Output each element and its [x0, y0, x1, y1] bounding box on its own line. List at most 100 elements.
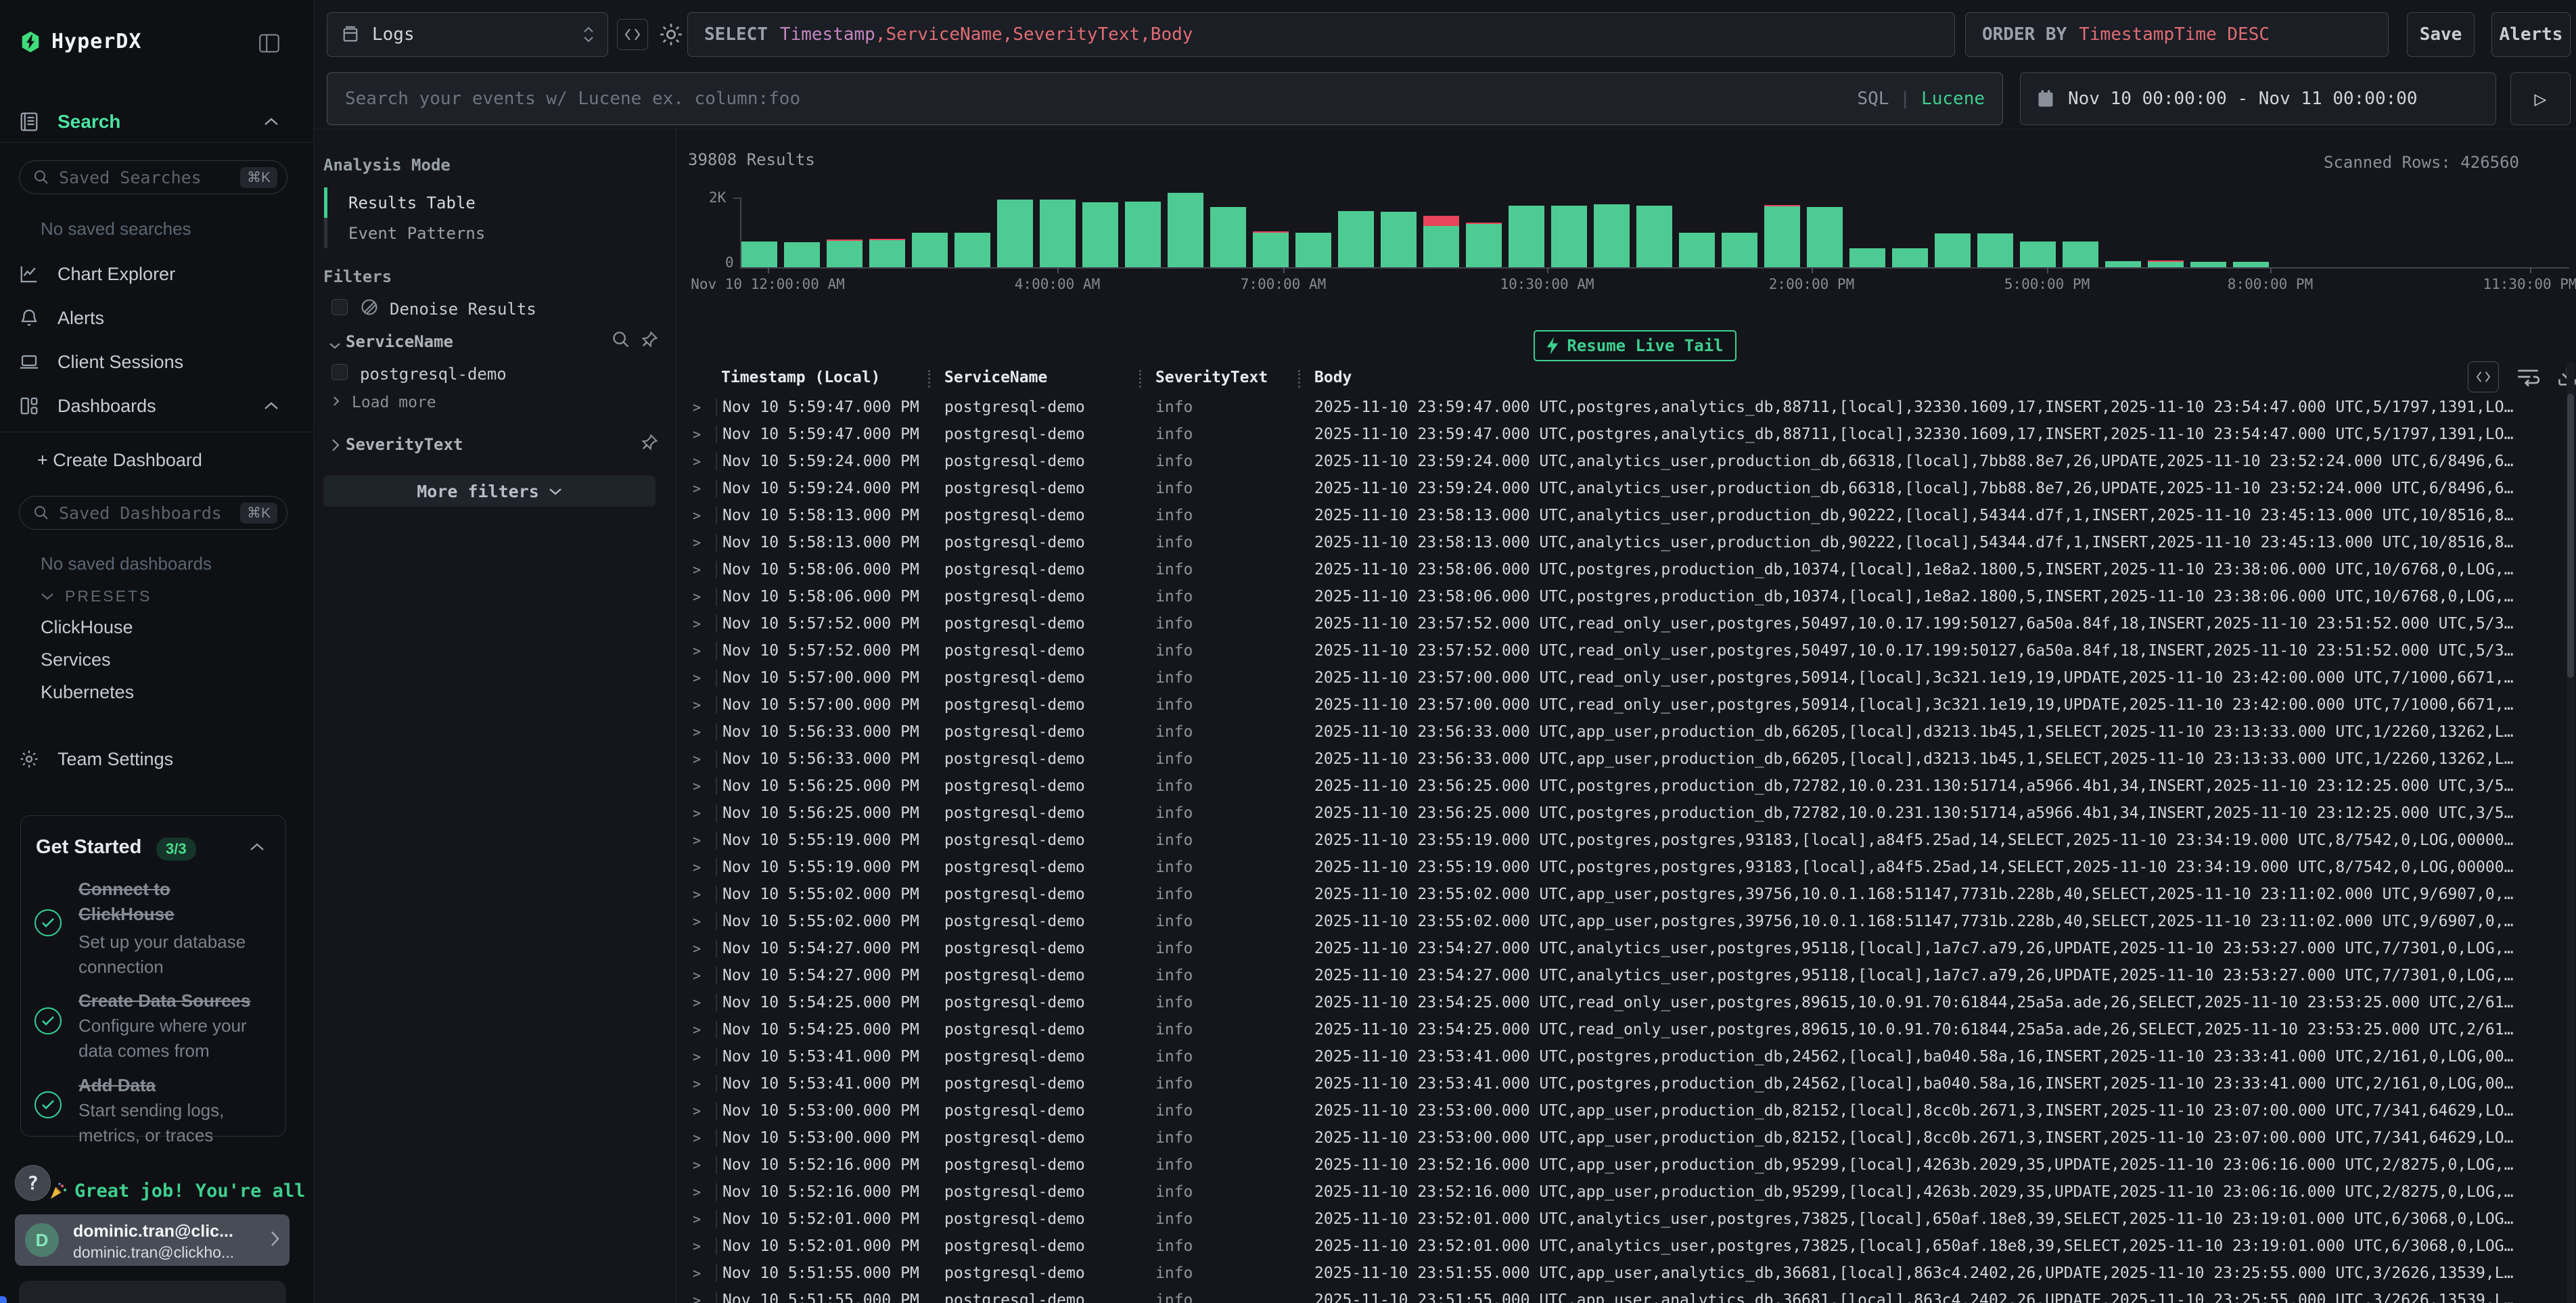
- wrap-lines-button[interactable]: [2516, 367, 2539, 387]
- denoise-checkbox[interactable]: [331, 299, 348, 315]
- histogram-bar[interactable]: [1466, 223, 1502, 267]
- saved-searches-input[interactable]: Saved Searches ⌘K: [19, 160, 288, 194]
- histogram-bar[interactable]: [869, 239, 905, 267]
- table-row[interactable]: >Nov 10 5:54:25.000 PMpostgresql-demoinf…: [683, 989, 2569, 1016]
- pin-icon[interactable]: [640, 330, 659, 349]
- user-menu[interactable]: D dominic.tran@clic... dominic.tran@clic…: [15, 1214, 290, 1266]
- preset-kubernetes[interactable]: Kubernetes: [41, 682, 134, 703]
- row-expander[interactable]: >: [683, 670, 716, 686]
- get-started-item-title[interactable]: Create Data Sources: [78, 988, 275, 1013]
- mode-event-patterns[interactable]: Event Patterns: [348, 224, 485, 243]
- histogram-bar[interactable]: [1551, 206, 1587, 267]
- column-header-severitytext[interactable]: SeverityText: [1150, 369, 1309, 386]
- get-started-item-title[interactable]: Connect to ClickHouse: [78, 877, 200, 927]
- pin-icon[interactable]: [640, 433, 659, 452]
- table-row[interactable]: >Nov 10 5:56:25.000 PMpostgresql-demoinf…: [683, 773, 2569, 800]
- table-row[interactable]: >Nov 10 5:52:01.000 PMpostgresql-demoinf…: [683, 1233, 2569, 1260]
- chevron-down-icon[interactable]: [329, 342, 341, 349]
- row-expander[interactable]: >: [683, 805, 716, 821]
- row-expander[interactable]: >: [683, 697, 716, 713]
- histogram-bar[interactable]: [1338, 211, 1374, 267]
- row-expander[interactable]: >: [683, 589, 716, 605]
- save-button[interactable]: Save: [2407, 12, 2475, 57]
- histogram-bar[interactable]: [741, 242, 777, 267]
- more-filters-button[interactable]: More filters: [323, 476, 656, 507]
- bottom-panel-partial[interactable]: [19, 1281, 286, 1303]
- chevron-up-icon[interactable]: [250, 843, 264, 851]
- get-started-item-title[interactable]: Add Data: [78, 1073, 275, 1098]
- chevron-up-icon[interactable]: [264, 402, 279, 410]
- preset-services[interactable]: Services: [41, 649, 111, 670]
- events-histogram[interactable]: 2K 0 Nov 10 12:00:00 AM4:00:00 AM7:00:00…: [683, 189, 2569, 304]
- table-row[interactable]: >Nov 10 5:58:06.000 PMpostgresql-demoinf…: [683, 556, 2569, 583]
- histogram-bar[interactable]: [827, 239, 862, 267]
- row-expander[interactable]: >: [683, 534, 716, 551]
- table-row[interactable]: >Nov 10 5:51:55.000 PMpostgresql-demoinf…: [683, 1260, 2569, 1287]
- histogram-bar[interactable]: [1381, 212, 1417, 267]
- column-header-timestamp[interactable]: Timestamp (Local): [716, 369, 939, 386]
- row-expander[interactable]: >: [683, 832, 716, 848]
- query-settings-button[interactable]: [658, 21, 685, 48]
- table-row[interactable]: >Nov 10 5:59:47.000 PMpostgresql-demoinf…: [683, 394, 2569, 421]
- lang-lucene[interactable]: Lucene: [1921, 89, 1985, 109]
- table-row[interactable]: >Nov 10 5:56:25.000 PMpostgresql-demoinf…: [683, 800, 2569, 827]
- table-row[interactable]: >Nov 10 5:52:16.000 PMpostgresql-demoinf…: [683, 1151, 2569, 1179]
- chevron-up-icon[interactable]: [264, 118, 279, 126]
- scrollbar-thumb[interactable]: [2567, 394, 2574, 678]
- row-expander[interactable]: >: [683, 940, 716, 957]
- resume-live-tail-button[interactable]: Resume Live Tail: [1534, 330, 1736, 361]
- query-language-toggle[interactable]: SQL | Lucene: [1857, 89, 1985, 109]
- saved-dashboards-input[interactable]: Saved Dashboards ⌘K: [19, 496, 288, 530]
- column-header-body[interactable]: Body: [1309, 369, 2569, 386]
- sidebar-item-search[interactable]: Search: [0, 107, 314, 137]
- row-expander[interactable]: >: [683, 1292, 716, 1303]
- row-expander[interactable]: >: [683, 480, 716, 497]
- row-expander[interactable]: >: [683, 1238, 716, 1254]
- histogram-bar[interactable]: [1849, 248, 1885, 267]
- row-expander[interactable]: >: [683, 1265, 716, 1281]
- histogram-bar[interactable]: [997, 200, 1033, 267]
- mode-results-table[interactable]: Results Table: [348, 193, 476, 212]
- help-button[interactable]: ?: [15, 1165, 51, 1201]
- code-editor-toggle[interactable]: [617, 19, 648, 50]
- histogram-bar[interactable]: [1168, 193, 1203, 267]
- table-row[interactable]: >Nov 10 5:51:55.000 PMpostgresql-demoinf…: [683, 1287, 2569, 1303]
- row-expander[interactable]: >: [683, 913, 716, 930]
- sidebar-item-chart-explorer[interactable]: Chart Explorer: [0, 259, 314, 289]
- messenger-launcher-partial[interactable]: [0, 1296, 7, 1303]
- row-expander[interactable]: >: [683, 562, 716, 578]
- histogram-bar[interactable]: [784, 242, 820, 267]
- table-row[interactable]: >Nov 10 5:57:00.000 PMpostgresql-demoinf…: [683, 691, 2569, 718]
- row-expander[interactable]: >: [683, 1211, 716, 1227]
- histogram-bar[interactable]: [2020, 242, 2056, 267]
- preset-clickhouse[interactable]: ClickHouse: [41, 617, 133, 638]
- table-row[interactable]: >Nov 10 5:56:33.000 PMpostgresql-demoinf…: [683, 718, 2569, 746]
- histogram-bar[interactable]: [1423, 216, 1459, 267]
- histogram-bar[interactable]: [2148, 260, 2184, 267]
- column-header-servicename[interactable]: ServiceName: [939, 369, 1150, 386]
- order-by-input[interactable]: ORDER BY TimestampTime DESC: [1965, 12, 2389, 57]
- table-row[interactable]: >Nov 10 5:58:13.000 PMpostgresql-demoinf…: [683, 502, 2569, 529]
- histogram-bar[interactable]: [2190, 262, 2226, 267]
- table-row[interactable]: >Nov 10 5:54:25.000 PMpostgresql-demoinf…: [683, 1016, 2569, 1043]
- row-expander[interactable]: >: [683, 1184, 716, 1200]
- histogram-bar[interactable]: [1935, 233, 1971, 267]
- histogram-bar[interactable]: [1764, 205, 1800, 267]
- app-logo[interactable]: HyperDX: [20, 30, 141, 53]
- histogram-bar[interactable]: [1509, 206, 1544, 267]
- denoise-label[interactable]: Denoise Results: [390, 300, 536, 319]
- row-expander[interactable]: >: [683, 886, 716, 902]
- table-row[interactable]: >Nov 10 5:58:13.000 PMpostgresql-demoinf…: [683, 529, 2569, 556]
- table-row[interactable]: >Nov 10 5:54:27.000 PMpostgresql-demoinf…: [683, 935, 2569, 962]
- row-expander[interactable]: >: [683, 1103, 716, 1119]
- create-dashboard-button[interactable]: + Create Dashboard: [0, 445, 314, 475]
- row-expander[interactable]: >: [683, 967, 716, 984]
- histogram-bar[interactable]: [1636, 206, 1672, 267]
- histogram-bar[interactable]: [1210, 207, 1246, 267]
- histogram-bar[interactable]: [1722, 233, 1757, 268]
- collapse-sidebar-icon[interactable]: [259, 34, 279, 53]
- histogram-bar[interactable]: [1125, 202, 1161, 267]
- table-row[interactable]: >Nov 10 5:55:19.000 PMpostgresql-demoinf…: [683, 854, 2569, 881]
- search-icon[interactable]: [612, 330, 630, 349]
- table-row[interactable]: >Nov 10 5:54:27.000 PMpostgresql-demoinf…: [683, 962, 2569, 989]
